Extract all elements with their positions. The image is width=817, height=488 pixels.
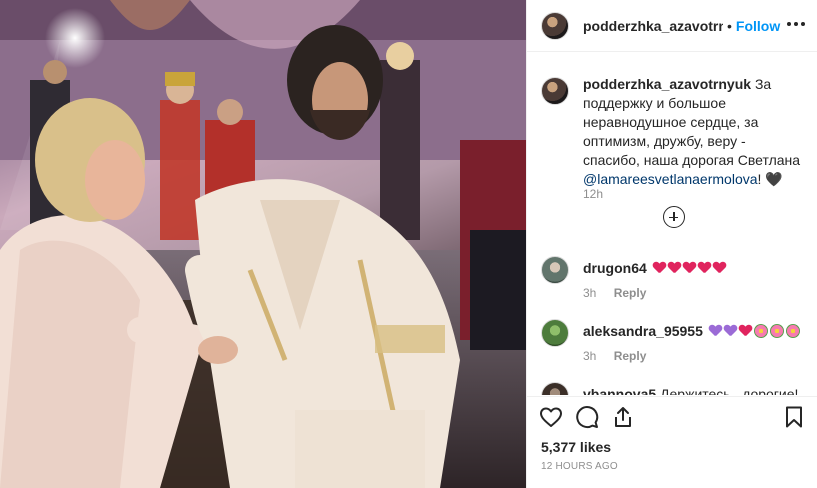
load-more-icon[interactable]	[663, 206, 685, 228]
post-timestamp[interactable]: 12 HOURS AGO	[541, 461, 618, 472]
likes-count[interactable]: 5,377 likes	[541, 439, 611, 455]
red-heart-emoji	[713, 262, 726, 274]
post-photo[interactable]	[0, 0, 526, 488]
reply-button[interactable]: Reply	[614, 349, 647, 363]
red-heart-emoji	[668, 262, 681, 274]
flower-emoji	[753, 324, 768, 338]
author-avatar[interactable]	[541, 11, 569, 40]
bookmark-icon[interactable]	[782, 405, 806, 429]
caption-time[interactable]: 12h	[583, 187, 603, 201]
red-heart-emoji	[698, 262, 711, 274]
red-heart-emoji	[683, 262, 696, 274]
share-icon[interactable]	[611, 405, 635, 429]
post-side-panel: podderzhka_azavotrnyuk • Follow podderzh…	[526, 0, 817, 488]
comments-section[interactable]: podderzhka_azavotrnyuk За поддержку и бо…	[527, 53, 817, 395]
follow-button[interactable]: Follow	[736, 18, 780, 34]
like-icon[interactable]	[539, 405, 563, 429]
more-options-icon[interactable]	[786, 14, 806, 34]
caption-body: podderzhka_azavotrnyuk За поддержку и бо…	[583, 75, 806, 189]
comment-line: aleksandra_95955	[583, 323, 800, 339]
flower-emoji	[769, 324, 784, 338]
caption-username[interactable]: podderzhka_azavotrnyuk	[583, 76, 751, 92]
purple-heart-emoji	[709, 325, 722, 337]
comment-line: vbannova5 Держитесь , дорогие!	[583, 386, 798, 395]
comment-username[interactable]: drugon64	[583, 260, 647, 276]
comment-meta: 3h Reply	[583, 349, 660, 363]
post-header: podderzhka_azavotrnyuk • Follow	[527, 0, 817, 52]
commenter-avatar[interactable]	[541, 319, 569, 347]
comment-time[interactable]: 3h	[583, 286, 596, 300]
caption-mention[interactable]: @lamareesvetlanaermolova	[583, 171, 758, 187]
commenter-avatar[interactable]	[541, 256, 569, 284]
comment-username[interactable]: vbannova5	[583, 386, 656, 395]
red-heart-emoji	[653, 262, 666, 274]
flower-emoji	[785, 324, 800, 338]
red-heart-emoji	[739, 325, 752, 337]
commenter-avatar[interactable]	[541, 382, 569, 395]
author-username[interactable]: podderzhka_azavotrnyuk	[583, 18, 723, 34]
purple-heart-emoji	[724, 325, 737, 337]
photo-scene	[0, 0, 526, 488]
comment-meta: 3h Reply	[583, 286, 660, 300]
comment-time[interactable]: 3h	[583, 349, 596, 363]
comment-emoji	[707, 323, 800, 339]
caption-avatar[interactable]	[541, 77, 569, 105]
header-separator: •	[727, 17, 732, 34]
comment-emoji	[651, 260, 726, 276]
comment-line: drugon64	[583, 260, 726, 276]
comment-icon[interactable]	[575, 405, 599, 429]
instagram-post: podderzhka_azavotrnyuk • Follow podderzh…	[0, 0, 817, 488]
reply-button[interactable]: Reply	[614, 286, 647, 300]
comment-text: Держитесь , дорогие!	[660, 386, 799, 395]
comment-username[interactable]: aleksandra_95955	[583, 323, 703, 339]
post-actions: 5,377 likes 12 HOURS AGO	[527, 396, 817, 488]
caption-suffix: ! 🖤	[757, 171, 783, 187]
caption: podderzhka_azavotrnyuk За поддержку и бо…	[541, 75, 806, 201]
